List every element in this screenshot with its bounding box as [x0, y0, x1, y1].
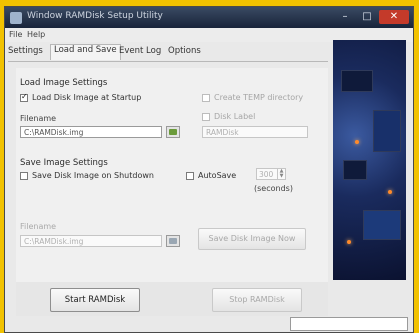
load-filename-label: Filename — [20, 114, 57, 123]
create-temp-checkbox[interactable] — [202, 93, 210, 102]
load-at-startup-checkbox[interactable] — [20, 92, 28, 102]
save-on-shutdown-label: Save Disk Image on Shutdown — [32, 171, 154, 180]
app-icon — [10, 12, 22, 24]
circuit-board-image — [333, 40, 406, 280]
minimize-icon[interactable]: – — [335, 10, 355, 24]
folder-icon — [169, 129, 177, 135]
disk-label-input[interactable]: RAMDisk — [202, 126, 308, 138]
save-filename-input[interactable]: C:\RAMDisk.img — [20, 235, 162, 247]
load-image-heading: Load Image Settings — [20, 78, 108, 88]
save-on-shutdown-row[interactable]: Save Disk Image on Shutdown — [20, 171, 154, 180]
save-on-shutdown-checkbox[interactable] — [20, 171, 28, 180]
menu-help[interactable]: Help — [27, 30, 45, 39]
disk-label-label: Disk Label — [214, 112, 256, 121]
load-save-panel: Load Image Settings Load Disk Image at S… — [16, 68, 328, 290]
start-ramdisk-button[interactable]: Start RAMDisk — [50, 288, 140, 312]
folder-icon — [169, 238, 177, 244]
save-filename-label: Filename — [20, 222, 57, 231]
tab-options[interactable]: Options — [168, 46, 201, 56]
autosave-interval-value: 300 — [259, 170, 274, 179]
load-at-startup-row[interactable]: Load Disk Image at Startup — [20, 92, 142, 102]
window-title: Window RAMDisk Setup Utility — [27, 11, 163, 21]
create-temp-row[interactable]: Create TEMP directory — [202, 93, 303, 102]
stop-ramdisk-button[interactable]: Stop RAMDisk — [212, 288, 302, 312]
tab-settings[interactable]: Settings — [8, 46, 43, 56]
maximize-icon[interactable]: □ — [357, 10, 377, 24]
load-browse-button[interactable] — [166, 126, 180, 138]
tab-event-log[interactable]: Event Log — [119, 46, 161, 56]
autosave-row[interactable]: AutoSave — [186, 171, 236, 180]
load-at-startup-label: Load Disk Image at Startup — [32, 93, 142, 102]
save-browse-button[interactable] — [166, 235, 180, 247]
create-temp-label: Create TEMP directory — [214, 93, 304, 102]
autosave-checkbox[interactable] — [186, 171, 194, 180]
autosave-interval-input[interactable]: 300 ▲ ▼ — [256, 168, 286, 180]
disk-label-row[interactable]: Disk Label — [202, 112, 255, 121]
load-filename-input[interactable]: C:\RAMDisk.img — [20, 126, 162, 138]
menu-file[interactable]: File — [9, 30, 22, 39]
spinner-arrows-icon[interactable]: ▲ ▼ — [277, 169, 285, 179]
tab-load-and-save[interactable]: Load and Save — [50, 44, 121, 60]
close-icon[interactable]: ✕ — [379, 10, 409, 24]
save-image-heading: Save Image Settings — [20, 158, 108, 168]
tab-divider — [8, 61, 328, 62]
disk-label-checkbox[interactable] — [202, 112, 210, 121]
title-bar[interactable]: Window RAMDisk Setup Utility – □ ✕ — [5, 7, 413, 28]
autosave-label: AutoSave — [198, 171, 237, 180]
action-bar: Start RAMDisk Stop RAMDisk — [16, 282, 328, 316]
save-now-button[interactable]: Save Disk Image Now — [198, 228, 306, 250]
seconds-label: (seconds) — [254, 184, 293, 193]
status-field — [290, 317, 408, 331]
